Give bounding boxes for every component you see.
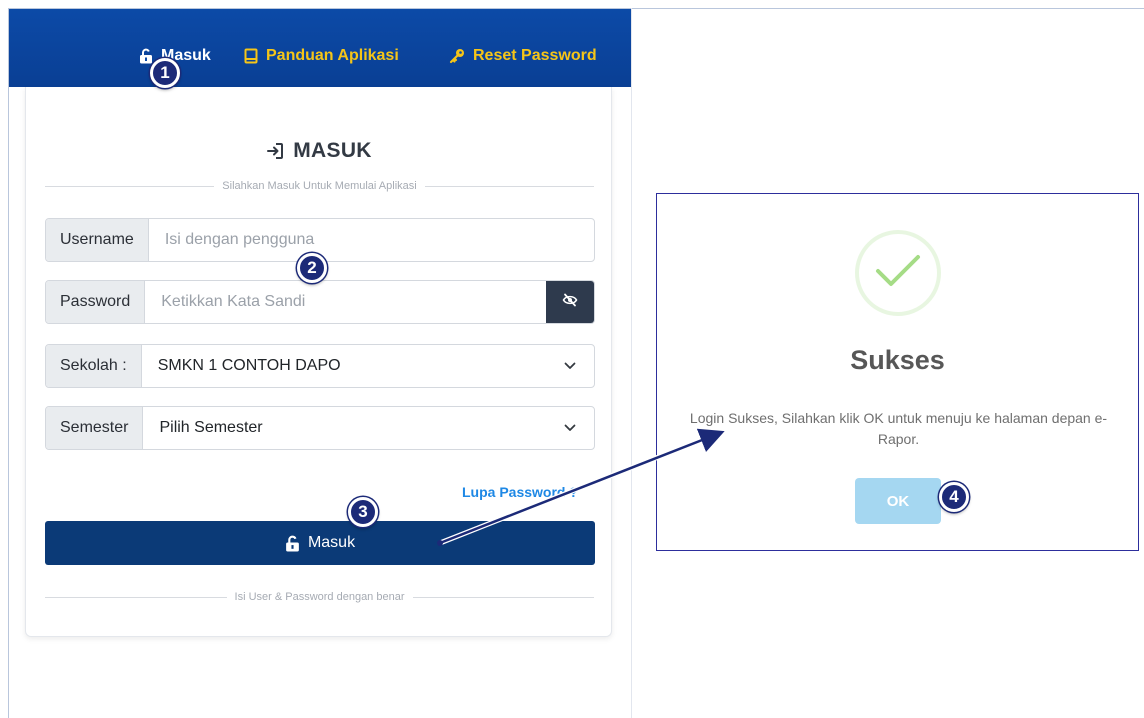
step-badge-2: 2 [297,253,327,283]
step-badge-4: 4 [939,482,969,512]
annotation-arrow [437,428,725,546]
step-badge-3: 3 [348,497,378,527]
step-badge-1: 1 [150,58,180,88]
screenshot-stage: Masuk Panduan Aplikasi Reset Password MA… [0,0,1144,718]
